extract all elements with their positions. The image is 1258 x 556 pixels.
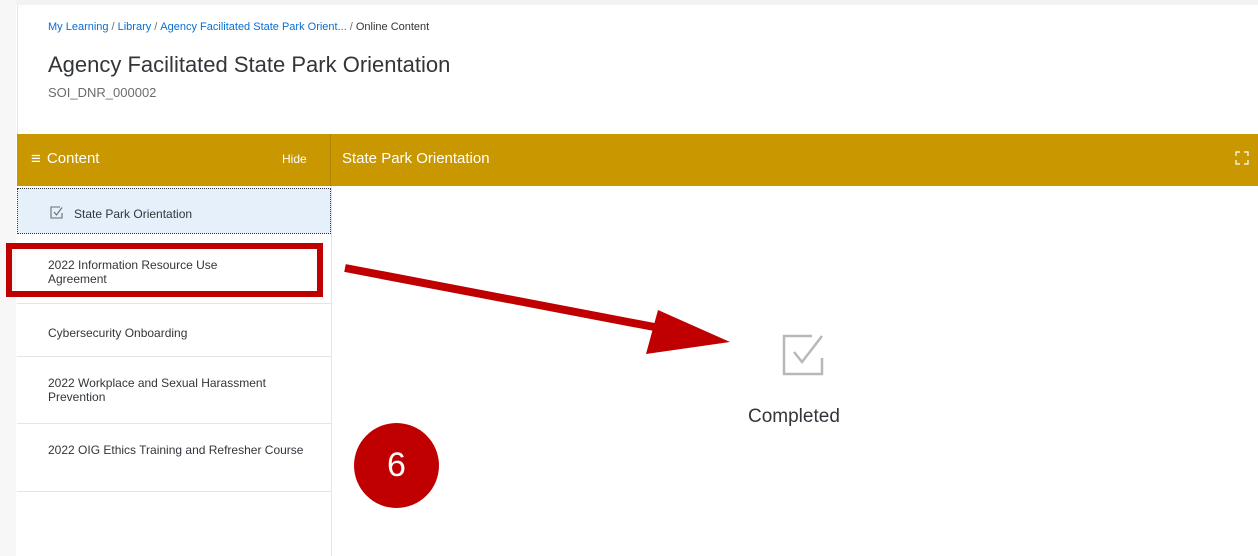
checkbox-checked-icon <box>782 334 824 376</box>
viewer-title: State Park Orientation <box>342 150 490 167</box>
menu-icon: ≡ <box>31 149 41 168</box>
content-item-oig-ethics-training[interactable]: 2022 OIG Ethics Training and Refresher C… <box>17 424 331 492</box>
annotation-arrow-icon <box>344 264 730 354</box>
step-number-badge: 6 <box>354 423 439 508</box>
breadcrumb-library[interactable]: Library <box>118 21 152 33</box>
checkbox-checked-icon <box>50 206 63 219</box>
page-header: My Learning / Library / Agency Facilitated S… <box>17 5 1258 134</box>
content-toolbar: ≡ Content Hide State Park Orientation <box>17 134 1258 186</box>
course-code: SOI_DNR_000002 <box>48 85 157 100</box>
content-item-workplace-harassment-prevention[interactable]: 2022 Workplace and Sexual Harassment Pre… <box>17 357 331 424</box>
completion-status: Completed <box>748 406 840 427</box>
breadcrumb-current: Online Content <box>355 21 430 33</box>
content-toggle-button[interactable]: ≡ Content <box>31 150 99 167</box>
content-sidebar: State Park Orientation 2022 Information … <box>17 186 332 556</box>
expand-icon[interactable] <box>1235 151 1249 165</box>
hide-button[interactable]: Hide <box>282 152 307 166</box>
breadcrumb-separator: / <box>349 21 353 33</box>
content-item-label: 2022 OIG Ethics Training and Refresher C… <box>48 443 304 457</box>
content-item-label: 2022 Workplace and Sexual Harassment Pre… <box>48 376 266 404</box>
content-item-label: State Park Orientation <box>74 207 193 221</box>
content-toggle-label: Content <box>46 150 100 167</box>
breadcrumb-separator: / <box>154 21 158 33</box>
toolbar-divider <box>330 134 331 186</box>
content-item-cybersecurity-onboarding[interactable]: Cybersecurity Onboarding <box>17 304 331 357</box>
breadcrumb-separator: / <box>111 21 115 33</box>
content-item-label: Cybersecurity Onboarding <box>48 326 188 340</box>
breadcrumb-my-learning[interactable]: My Learning <box>48 21 109 33</box>
content-item-state-park-orientation[interactable]: State Park Orientation <box>17 188 331 234</box>
breadcrumb: My Learning / Library / Agency Facilitated S… <box>48 21 429 33</box>
breadcrumb-course[interactable]: Agency Facilitated State Park Orient... <box>160 21 346 33</box>
page-title: Agency Facilitated State Park Orientatio… <box>48 52 451 77</box>
annotation-highlight-box <box>6 243 323 297</box>
